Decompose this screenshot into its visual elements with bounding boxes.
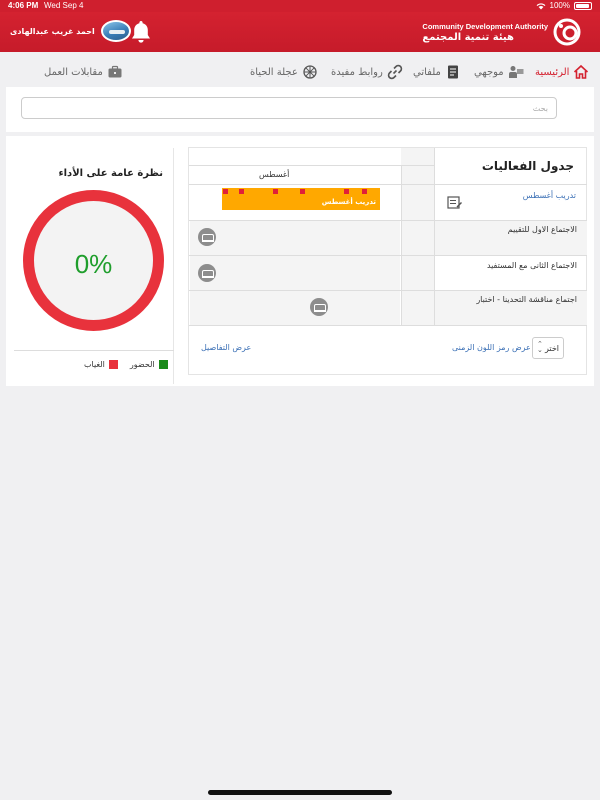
gantt-marker: [300, 189, 305, 194]
grid-line: [401, 165, 402, 325]
gantt-marker: [239, 189, 244, 194]
main-nav: الرئيسية موجهي ملفاتي روابط مفيدة عجلة ا…: [0, 60, 600, 88]
month-header: أغسطس: [259, 170, 290, 179]
note-icon[interactable]: [447, 196, 463, 210]
grid-line: [189, 220, 587, 221]
user-profile[interactable]: احمد غريب عبدالهادى: [10, 20, 131, 42]
meeting-icon[interactable]: [310, 298, 328, 316]
nav-files-label: ملفاتي: [413, 66, 441, 78]
legend-attendance: الحضور: [130, 360, 168, 369]
legend-absence-label: الغياب: [84, 360, 105, 369]
gantt-bar[interactable]: تدريب أغسطس: [222, 188, 380, 210]
logo-mark-icon: [553, 18, 581, 46]
performance-percent: 0%: [74, 249, 113, 279]
absence-swatch: [108, 360, 118, 369]
search-card: بحث: [6, 87, 594, 132]
battery-percent: 100%: [549, 1, 570, 10]
status-indicators: 100%: [536, 1, 592, 10]
grid-line: [189, 290, 587, 291]
divider: [14, 350, 174, 351]
nav-useful-links[interactable]: روابط مفيدة: [331, 64, 403, 80]
nav-mentor-label: موجهي: [474, 66, 504, 78]
nav-mentor[interactable]: موجهي: [474, 64, 524, 80]
performance-legend: الحضور الغياب: [84, 360, 168, 369]
avatar[interactable]: [100, 20, 131, 42]
performance-panel: نظرة عامة على الأداء 0% الحضور الغياب: [14, 148, 174, 384]
app-header: احمد غريب عبدالهادى Community Developmen…: [0, 12, 600, 52]
status-time: 4:06 PM: [8, 1, 39, 10]
logo-english: Community Development Authority: [422, 21, 548, 31]
events-title: جدول الفعاليات: [481, 159, 574, 173]
event-name-4: اجتماع مناقشة التحدينا - اختبار: [476, 295, 577, 304]
grid-line: [189, 184, 587, 185]
briefcase-icon: [108, 65, 122, 78]
attendance-swatch: [158, 360, 168, 369]
meeting-icon[interactable]: [198, 228, 216, 246]
grid-line: [434, 148, 435, 325]
status-bar: 4:06 PM Wed Sep 4 100%: [0, 0, 600, 12]
grid-line: [189, 325, 587, 326]
nav-job-interviews[interactable]: مقابلات العمل: [44, 64, 123, 80]
gantt-bar-label: تدريب أغسطس: [321, 198, 376, 206]
files-icon: [447, 65, 458, 79]
nav-wheel-label: عجلة الحياة: [250, 66, 298, 78]
wifi-icon: [536, 2, 545, 9]
user-name: احمد غريب عبدالهادى: [10, 26, 95, 36]
mentor-icon: [508, 66, 524, 78]
home-indicator: [208, 790, 392, 795]
legend-absence: الغياب: [84, 360, 118, 369]
nav-home-label: الرئيسية: [535, 66, 570, 78]
logo-arabic: هيئة تنمية المجتمع: [422, 31, 514, 43]
meeting-icon[interactable]: [198, 264, 216, 282]
view-details-link[interactable]: عرض التفاصيل: [201, 343, 251, 352]
link-icon: [387, 64, 403, 80]
event-name-3: الاجتماع الثانى مع المستفيد: [486, 261, 577, 270]
gantt-marker: [273, 189, 278, 194]
grid-line: [189, 255, 587, 256]
content-card: نظرة عامة على الأداء 0% الحضور الغياب جد…: [6, 136, 594, 386]
event-name-2: الاجتماع الاول للتقييم: [507, 225, 577, 234]
home-icon: [574, 64, 589, 79]
legend-attendance-label: الحضور: [129, 360, 155, 369]
status-date: Wed Sep 4: [44, 1, 84, 10]
event-name-1[interactable]: تدريب أغسطس: [523, 191, 576, 200]
gantt-marker: [362, 189, 367, 194]
nav-job-interviews-label: مقابلات العمل: [44, 66, 103, 78]
events-schedule: جدول الفعاليات أغسطس تدريب أغسطس تدريب أ…: [188, 147, 587, 375]
gantt-marker: [223, 189, 228, 194]
gantt-marker: [344, 189, 349, 194]
color-legend-link[interactable]: عرض رمز اللون الزمنى: [452, 343, 531, 352]
grid-line: [189, 165, 434, 166]
nav-useful-links-label: روابط مفيدة: [331, 66, 383, 78]
month-select[interactable]: اختر: [532, 337, 564, 359]
nav-files[interactable]: ملفاتي: [413, 64, 461, 80]
battery-icon: [574, 1, 592, 10]
logo: Community Development Authority هيئة تنم…: [422, 18, 582, 46]
nav-wheel-of-life[interactable]: عجلة الحياة: [250, 64, 318, 80]
performance-title: نظرة عامة على الأداء: [58, 168, 163, 179]
nav-home[interactable]: الرئيسية: [535, 64, 589, 80]
search-input[interactable]: بحث: [21, 97, 557, 119]
wheel-icon: [303, 65, 317, 79]
bell-icon[interactable]: [129, 19, 153, 45]
